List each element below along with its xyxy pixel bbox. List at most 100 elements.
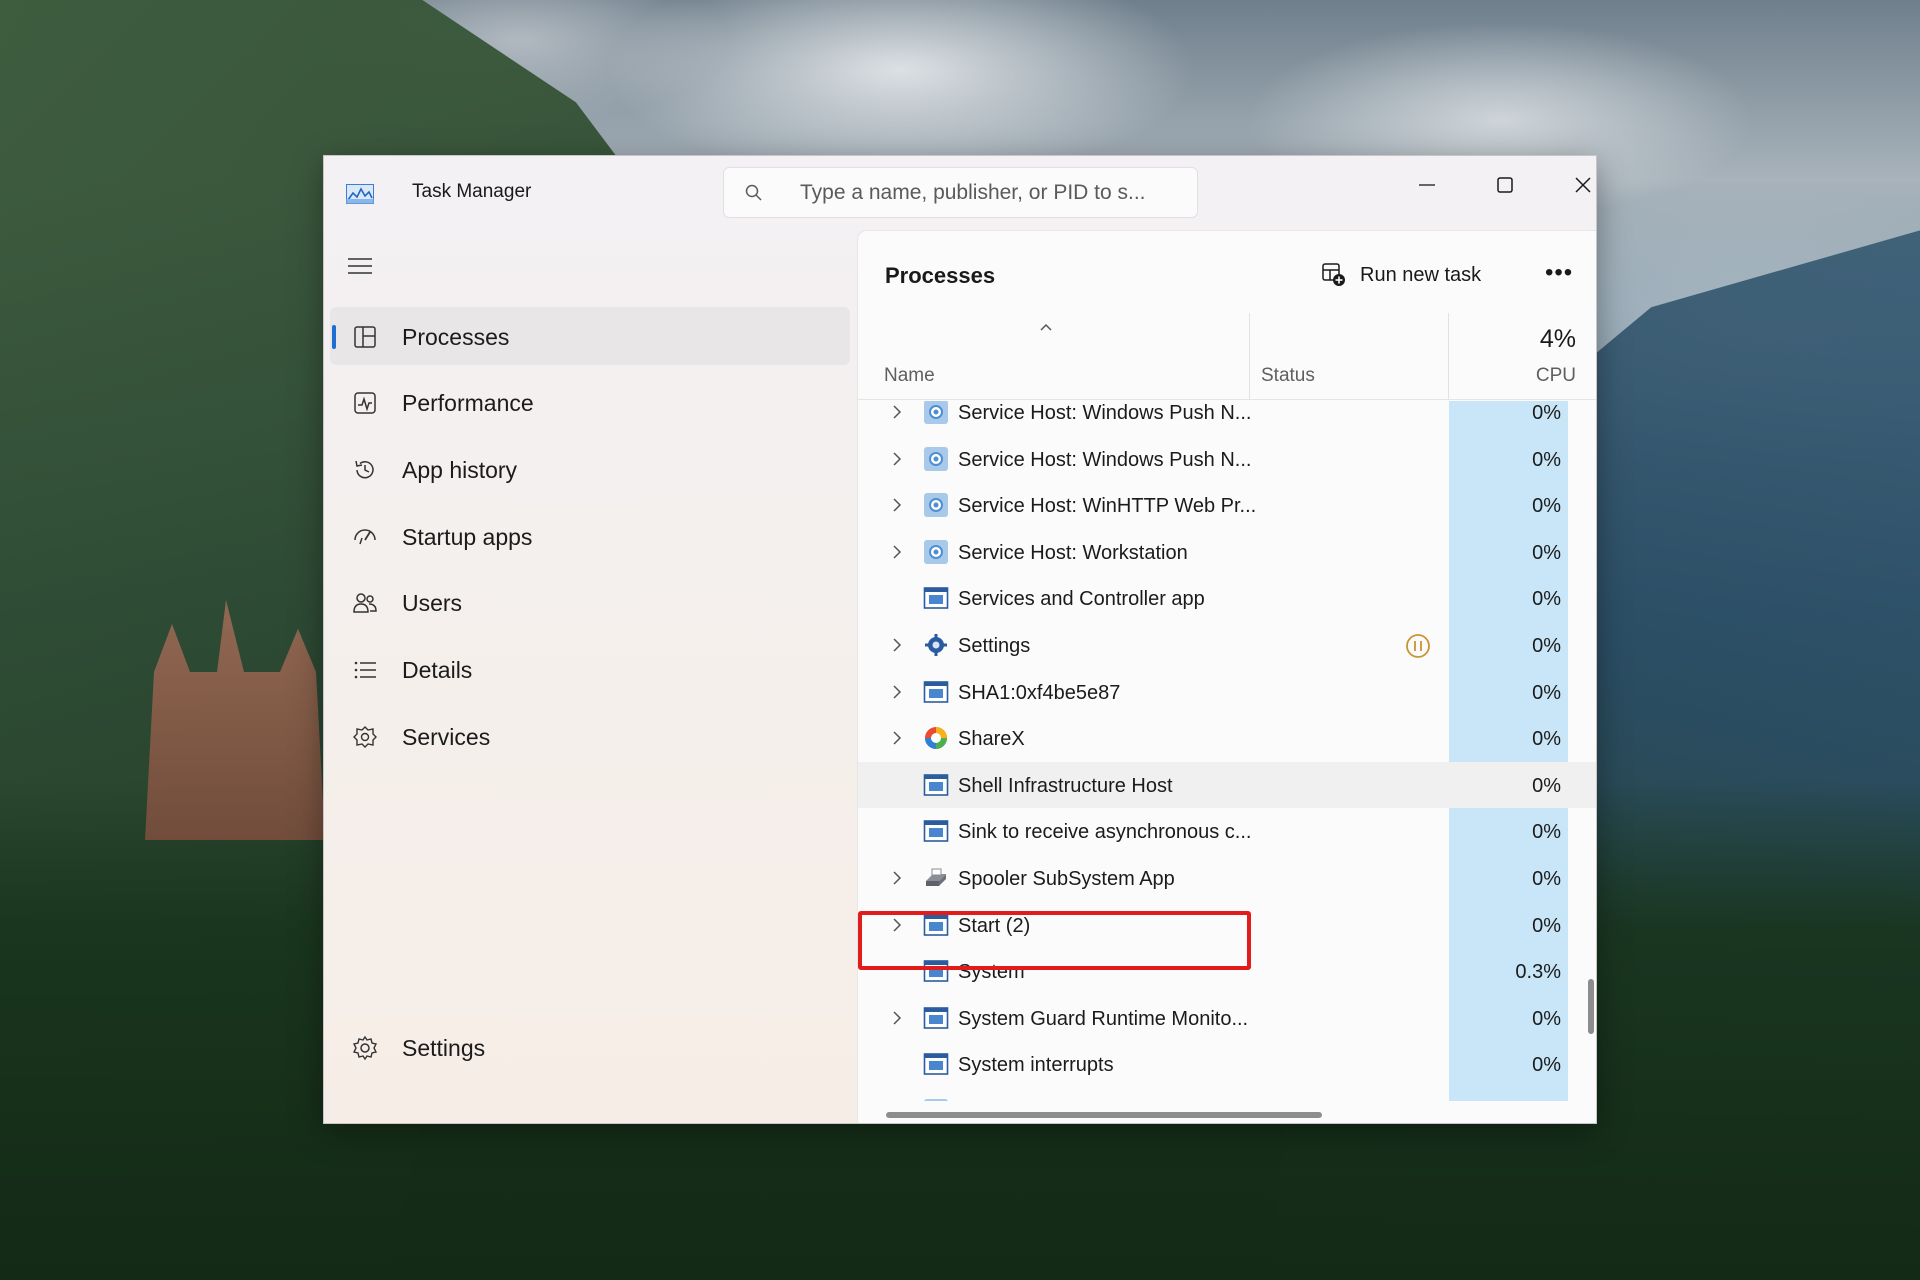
task-manager-window: Task Manager Type a name, publisher, or …: [323, 155, 1597, 1124]
column-divider[interactable]: [1249, 313, 1250, 400]
sidebar-item-label: Performance: [402, 390, 534, 416]
annotation-highlight-box: [858, 911, 1251, 970]
horizontal-scrollbar[interactable]: [886, 1112, 1322, 1118]
vertical-scrollbar[interactable]: [1588, 979, 1594, 1034]
window-icon: [923, 679, 949, 705]
process-list: Service Host: Windows Push N... 0% Service…: [858, 401, 1596, 1101]
gear-icon: [923, 492, 949, 518]
table-row[interactable]: Service Host: WinHTTP Web Pr... 0%: [858, 482, 1596, 528]
window-icon: [923, 1005, 949, 1031]
settings-gear-icon: [923, 632, 949, 658]
chevron-right-icon[interactable]: [891, 637, 903, 653]
table-row[interactable]: Shell Infrastructure Host 0%: [858, 761, 1596, 808]
table-row[interactable]: System interrupts 0%: [858, 1041, 1596, 1087]
table-row[interactable]: Sink to receive asynchronous c... 0%: [858, 808, 1596, 854]
search-icon: [745, 184, 762, 201]
settings-icon: [352, 1035, 378, 1061]
window-icon: [923, 772, 949, 798]
process-name: Sink to receive asynchronous c...: [958, 821, 1252, 844]
window-title: Task Manager: [412, 181, 532, 202]
table-row[interactable]: Spooler SubSystem App 0%: [858, 855, 1596, 901]
gear-icon: [923, 539, 949, 565]
column-header-status[interactable]: Status: [1261, 365, 1315, 387]
sidebar-item-settings[interactable]: Settings: [330, 1018, 850, 1076]
process-cpu: 0%: [1532, 868, 1561, 890]
window-icon: [923, 585, 949, 611]
sidebar-item-users[interactable]: Users: [330, 573, 850, 631]
sidebar-item-app-history[interactable]: App history: [330, 440, 850, 498]
table-row[interactable]: ShareX 0%: [858, 715, 1596, 761]
more-options-button[interactable]: •••: [1535, 251, 1581, 297]
column-header-name[interactable]: Name: [884, 365, 935, 387]
app-history-icon: [355, 460, 374, 479]
maximize-icon: [1497, 177, 1513, 193]
table-row[interactable]: Settings 0%: [858, 622, 1596, 668]
process-cpu: 0%: [1532, 402, 1561, 424]
table-row[interactable]: Service Host: Windows Push N... 0%: [858, 436, 1596, 482]
processes-icon: [354, 326, 376, 348]
cpu-total-percent[interactable]: 4%: [1448, 325, 1576, 354]
sidebar-item-processes[interactable]: Processes: [330, 307, 850, 365]
process-name: Settings: [958, 635, 1031, 657]
chevron-right-icon[interactable]: [891, 684, 903, 700]
chevron-right-icon[interactable]: [891, 870, 903, 886]
sidebar-item-services[interactable]: Services: [330, 707, 850, 765]
process-name: Spooler SubSystem App: [958, 868, 1175, 890]
process-name: ShareX: [958, 728, 1025, 751]
minimize-icon: [1419, 184, 1435, 186]
processes-panel: Processes Run new task ••• Name Status 4…: [857, 230, 1596, 1123]
sort-ascending-icon[interactable]: [1038, 321, 1054, 333]
process-cpu: 0%: [1532, 495, 1561, 518]
title-bar[interactable]: Task Manager Type a name, publisher, or …: [324, 156, 1596, 228]
process-cpu: 0%: [1532, 448, 1561, 471]
more-options-icon: •••: [1545, 259, 1574, 286]
table-row[interactable]: System Settings Broker0%: [858, 1088, 1596, 1101]
process-cpu: 0%: [1532, 914, 1561, 937]
performance-icon: [354, 392, 376, 414]
process-name: Shell Infrastructure Host: [958, 774, 1173, 797]
column-header-cpu[interactable]: CPU: [1448, 365, 1576, 387]
close-button[interactable]: [1555, 168, 1596, 202]
chevron-right-icon[interactable]: [891, 404, 903, 420]
active-indicator: [332, 325, 336, 349]
sidebar-item-performance[interactable]: Performance: [330, 373, 850, 431]
chevron-right-icon[interactable]: [891, 497, 903, 513]
table-row[interactable]: Service Host: Windows Push N... 0%: [858, 401, 1596, 435]
minimize-button[interactable]: [1399, 168, 1455, 202]
sidebar-item-details[interactable]: Details: [330, 640, 850, 698]
process-name: SHA1:0xf4be5e87: [958, 681, 1121, 704]
users-icon: [353, 593, 377, 613]
process-cpu: 0%: [1532, 541, 1561, 564]
close-icon: [1575, 177, 1591, 193]
table-row[interactable]: SHA1:0xf4be5e87 0%: [858, 669, 1596, 715]
process-cpu: 0%: [1532, 635, 1561, 657]
chevron-right-icon[interactable]: [891, 1010, 903, 1026]
process-cpu: 0%: [1532, 1007, 1561, 1030]
task-manager-app-icon: [346, 184, 374, 204]
sidebar-item-label: Startup apps: [402, 524, 533, 550]
sidebar-item-label: Details: [402, 657, 473, 683]
services-icon: [353, 726, 377, 748]
gear-icon: [923, 446, 949, 472]
maximize-button[interactable]: [1477, 168, 1533, 202]
chevron-right-icon[interactable]: [891, 544, 903, 560]
settings-label: Settings: [402, 1035, 486, 1061]
process-name: Service Host: Workstation: [958, 541, 1188, 564]
chevron-right-icon[interactable]: [891, 451, 903, 467]
chevron-right-icon[interactable]: [891, 730, 903, 746]
process-cpu: 0%: [1532, 774, 1561, 797]
table-row[interactable]: Service Host: Workstation 0%: [858, 529, 1596, 575]
process-name: System interrupts: [958, 1054, 1114, 1077]
printer-icon: [923, 865, 949, 891]
hamburger-menu-icon[interactable]: [346, 254, 374, 278]
table-row[interactable]: Services and Controller app 0%: [858, 575, 1596, 621]
process-cpu: 0%: [1532, 1054, 1561, 1077]
table-row[interactable]: System Guard Runtime Monito... 0%: [858, 995, 1596, 1041]
window-icon: [923, 818, 949, 844]
gear-icon: [923, 1098, 949, 1101]
sidebar-item-label: Services: [402, 724, 491, 750]
search-input[interactable]: Type a name, publisher, or PID to s...: [723, 167, 1198, 218]
sidebar-item-startup-apps[interactable]: Startup apps: [330, 507, 850, 565]
run-new-task-icon: [1322, 263, 1345, 286]
run-new-task-button[interactable]: Run new task: [1318, 251, 1518, 297]
